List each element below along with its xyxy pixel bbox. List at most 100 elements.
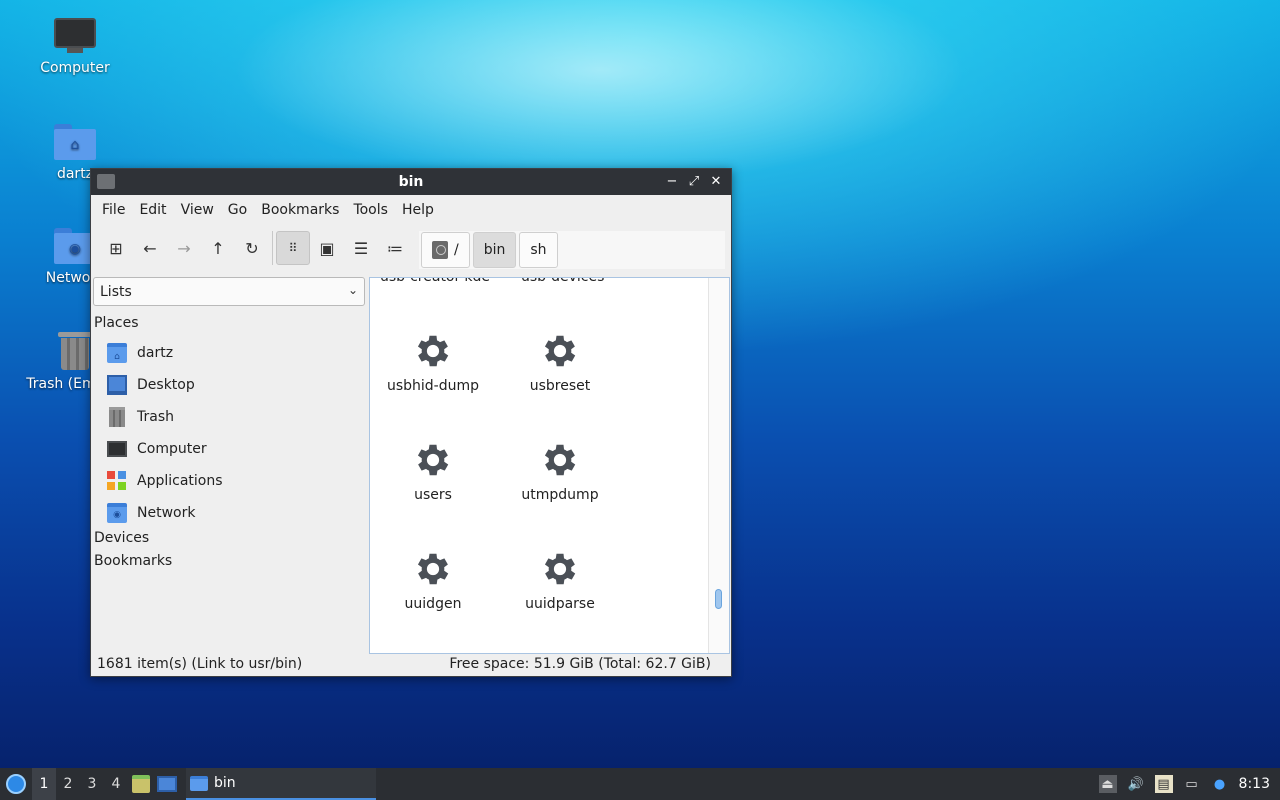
forward-button[interactable]: → (167, 231, 201, 265)
compact-view-icon: ☰ (353, 238, 369, 258)
clipboard-icon[interactable]: ▤ (1154, 775, 1173, 793)
file-manager-window: bin − ⤢ ✕ File Edit View Go Bookmarks To… (90, 168, 732, 677)
trash-icon (58, 330, 92, 370)
path-crumb-label: sh (530, 242, 547, 258)
vertical-scrollbar[interactable] (708, 278, 729, 653)
compact-view-button[interactable]: ☰ (344, 231, 378, 265)
gear-icon (539, 330, 581, 372)
file-item-cutoff[interactable]: usb-creator-kde (380, 278, 490, 285)
sidebar-item-label: Computer (137, 441, 207, 457)
sidebar-item-label: dartz (137, 345, 174, 361)
status-item-count: 1681 item(s) (Link to usr/bin) (97, 656, 303, 672)
sidebar-item-label: Desktop (137, 377, 195, 393)
icon-view-button[interactable]: ⠿ (276, 231, 310, 265)
menu-help[interactable]: Help (395, 202, 441, 218)
system-tray: ⏏ 🔊 ▤ ▭ ● 8:13 (1098, 768, 1280, 800)
detailed-list-icon: ≔ (387, 238, 403, 258)
menu-bookmarks[interactable]: Bookmarks (254, 202, 346, 218)
file-item[interactable]: uuidparse (505, 548, 615, 612)
file-item-cutoff[interactable]: usb-devices (521, 278, 604, 285)
devices-header[interactable]: Devices (94, 530, 149, 546)
volume-icon[interactable]: 🔊 (1127, 775, 1145, 793)
task-bin[interactable]: bin (186, 768, 376, 800)
launcher-file-manager[interactable] (128, 768, 154, 800)
workspace-2[interactable]: 2 (56, 768, 80, 800)
desktop-icon-computer[interactable]: Computer (25, 18, 125, 76)
sidebar-item-network[interactable]: ◉ Network (107, 500, 195, 526)
menu-tools[interactable]: Tools (346, 202, 395, 218)
network-folder-icon: ◉ (107, 503, 127, 523)
network-icon[interactable]: ▭ (1183, 775, 1201, 793)
toolbar-separator (272, 231, 273, 265)
window-title: bin (398, 174, 424, 190)
file-view[interactable]: usb-creator-kde usb-devices usbhid-dump … (369, 277, 730, 654)
sidebar-item-trash[interactable]: Trash (107, 404, 174, 430)
status-bar: 1681 item(s) (Link to usr/bin) Free spac… (91, 652, 731, 676)
title-bar[interactable]: bin − ⤢ ✕ (91, 169, 731, 195)
thumbnail-view-button[interactable]: ▣ (310, 231, 344, 265)
sidebar-item-desktop[interactable]: Desktop (107, 372, 195, 398)
desktop-icon (107, 375, 127, 395)
side-panel-mode-select[interactable]: Lists ⌄ (93, 277, 365, 306)
computer-icon (107, 441, 127, 457)
minimize-button[interactable]: − (663, 172, 681, 192)
start-menu-button[interactable] (0, 768, 32, 800)
sidebar-item-label: Applications (137, 473, 223, 489)
file-item-label: utmpdump (521, 487, 599, 503)
menu-edit[interactable]: Edit (132, 202, 173, 218)
file-item[interactable]: uuidgen (378, 548, 488, 612)
file-item-label: users (414, 487, 452, 503)
file-item[interactable]: usbreset (505, 330, 615, 394)
forward-arrow-icon: → (177, 238, 191, 258)
places-header[interactable]: Places (94, 315, 139, 331)
detailed-list-button[interactable]: ≔ (378, 231, 412, 265)
reload-button[interactable]: ↻ (235, 231, 269, 265)
path-crumb-root[interactable]: / (421, 232, 470, 268)
folder-icon (190, 775, 208, 791)
drive-icon (432, 241, 448, 259)
clock[interactable]: 8:13 (1239, 776, 1270, 792)
folder-icon (97, 174, 115, 189)
workspace-4[interactable]: 4 (104, 768, 128, 800)
file-item[interactable]: usbhid-dump (378, 330, 488, 394)
file-item-label: uuidgen (404, 596, 462, 612)
menu-file[interactable]: File (95, 202, 132, 218)
maximize-button[interactable]: ⤢ (685, 172, 703, 192)
path-crumb-sh[interactable]: sh (519, 232, 558, 268)
thumbnail-view-icon: ▣ (319, 238, 335, 258)
gear-icon (412, 548, 454, 590)
bookmarks-header[interactable]: Bookmarks (94, 553, 172, 569)
close-button[interactable]: ✕ (707, 172, 725, 192)
task-label: bin (214, 775, 236, 791)
chevron-down-icon: ⌄ (347, 283, 358, 297)
path-crumb-label: / (454, 242, 459, 258)
workspace-1[interactable]: 1 (32, 768, 56, 800)
sidebar-item-label: Trash (137, 409, 174, 425)
sidebar-item-applications[interactable]: Applications (107, 468, 223, 494)
launcher-desktop[interactable] (154, 768, 180, 800)
notification-icon[interactable]: ● (1211, 775, 1229, 793)
workspace-3[interactable]: 3 (80, 768, 104, 800)
back-button[interactable]: ← (133, 231, 167, 265)
gear-icon (539, 439, 581, 481)
path-crumb-label: bin (483, 242, 506, 258)
trash-icon (109, 407, 125, 427)
toolbar: ⊞ ← → ↑ ↻ ⠿ ▣ ☰ ≔ / bin sh (91, 225, 731, 271)
sidebar-item-computer[interactable]: Computer (107, 436, 207, 462)
new-tab-button[interactable]: ⊞ (99, 231, 133, 265)
scrollbar-thumb[interactable] (715, 589, 722, 609)
menu-go[interactable]: Go (221, 202, 254, 218)
path-bar: / bin sh (419, 231, 725, 269)
gear-icon (412, 330, 454, 372)
side-panel: Lists ⌄ Places ⌂ dartz Desktop Trash Com… (91, 271, 369, 651)
sidebar-item-label: Network (137, 505, 196, 521)
file-item[interactable]: utmpdump (505, 439, 615, 503)
up-button[interactable]: ↑ (201, 231, 235, 265)
file-cabinet-icon (132, 775, 150, 793)
path-crumb-bin[interactable]: bin (472, 232, 517, 268)
file-item[interactable]: users (378, 439, 488, 503)
menu-view[interactable]: View (174, 202, 221, 218)
file-item-label: usbhid-dump (386, 378, 480, 394)
sidebar-item-dartz[interactable]: ⌂ dartz (107, 340, 173, 366)
eject-icon[interactable]: ⏏ (1098, 775, 1117, 793)
